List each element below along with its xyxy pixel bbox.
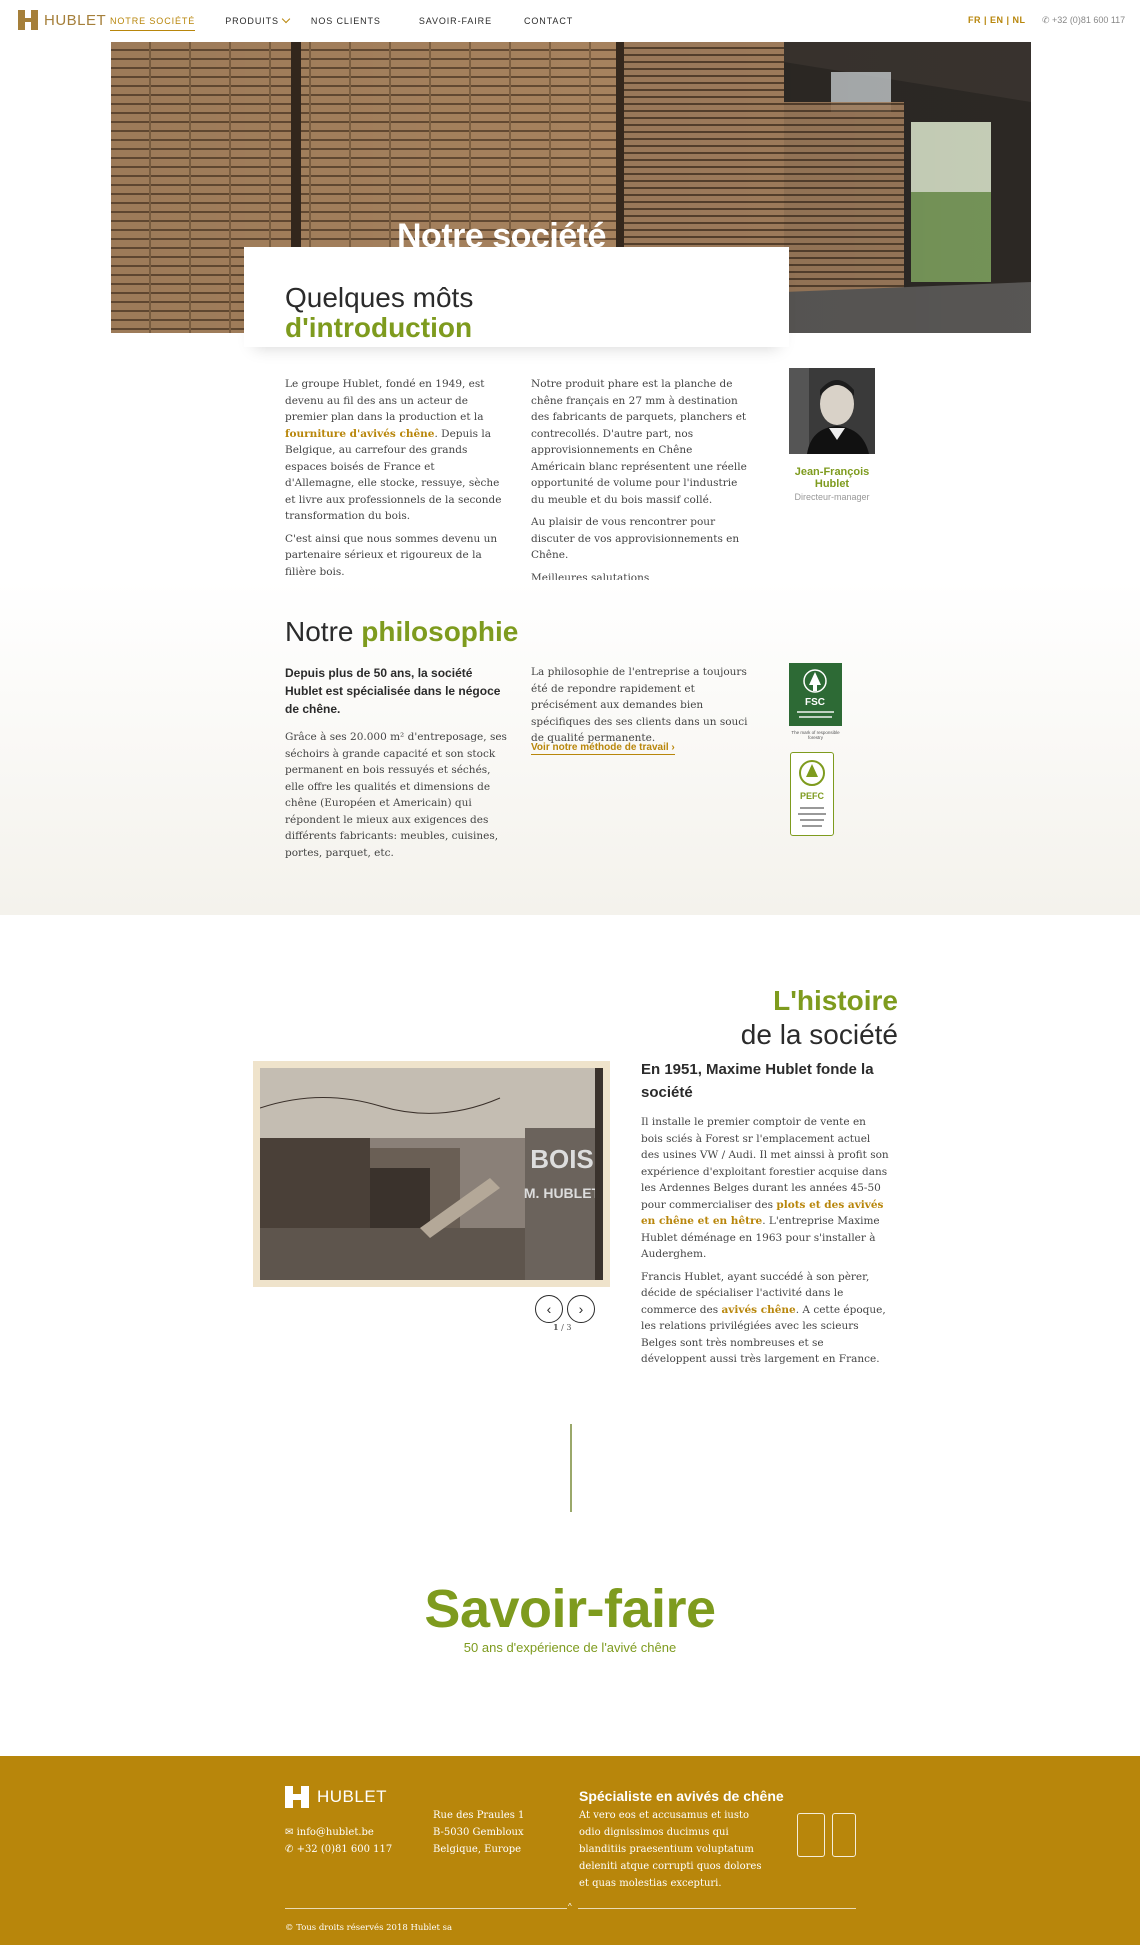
history-paragraph-2: Francis Hublet, ayant succédé à son père… [641,1269,891,1368]
nav-item-produits[interactable]: PRODUITS [225,12,291,30]
pager-total: 3 [566,1323,572,1332]
footer-pefc-badge [832,1813,856,1857]
fsc-caption: The mark of responsible forestry [791,730,840,740]
portrait-image [789,368,875,454]
intro-column-2: Notre produit phare est la planche de ch… [531,376,749,592]
savoir-faire-subtitle: 50 ans d'expérience de l'avivé chêne [463,1640,677,1655]
chevron-right-icon: › [578,1301,584,1317]
philosophy-title-a: Notre [285,616,362,647]
footer-heading: Spécialiste en avivés de chêne [579,1788,784,1804]
language-switcher[interactable]: FR | EN | NL [968,15,1026,25]
philosophy-col2-text: La philosophie de l'entreprise a toujour… [531,666,748,744]
prev-slide-button[interactable]: ‹ [535,1295,563,1323]
intro-col1-paragraph-1: Le groupe Hublet, fondé en 1949, est dev… [285,376,507,525]
hublet-logo-icon [285,1786,309,1808]
intro-title-line2: d'introduction [285,312,473,343]
top-navigation: HUBLET NOTRE SOCIÉTÉ PRODUITS NOS CLIENT… [0,0,1140,42]
chevron-left-icon: ‹ [546,1301,552,1317]
savoir-faire-title: Savoir-faire [424,1579,716,1639]
fsc-logo: FSC [789,663,842,726]
intro-col1-paragraph-2: C'est ainsi que nous sommes devenu un pa… [285,532,498,578]
chevron-right-icon: › [671,742,675,753]
philosophy-column-1: Grâce à ses 20.000 m² d'entreposage, ses… [285,729,507,867]
footer-phone[interactable]: ✆ +32 (0)81 600 117 [285,1841,392,1858]
history-p1-text-a: Il installe le premier comptoir de vente… [641,1116,889,1211]
philosophy-lead: Depuis plus de 50 ans, la société Hublet… [285,666,501,716]
hublet-logo-icon [18,10,38,30]
methode-link-label: Voir notre méthode de travail [531,742,669,753]
nav-item-notre-societe[interactable]: NOTRE SOCIÉTÉ [110,12,196,31]
pefc-text: PEFC [800,791,825,801]
pefc-logo: PEFC [790,752,834,836]
footer-logo[interactable]: HUBLET [285,1786,387,1808]
philosophy-col1-text: Grâce à ses 20.000 m² d'entreposage, ses… [285,731,507,859]
footer-contact: ✉ info@hublet.be ✆ +32 (0)81 600 117 [285,1824,392,1858]
intro-column-1: Le groupe Hublet, fondé en 1949, est dev… [285,376,507,586]
history-lead: En 1951, Maxime Hublet fonde la société [641,1061,874,1101]
intro-col2-paragraph-2: Au plaisir de vous rencontrer pour discu… [531,516,740,561]
footer-phone-text: +32 (0)81 600 117 [296,1844,393,1855]
footer-address-line2: B-5030 Gembloux [433,1827,524,1838]
phone-icon: ✆ [285,1844,297,1855]
footer-logo-text: HUBLET [317,1787,388,1806]
footer-email-text: info@hublet.be [296,1827,374,1838]
footer-email[interactable]: ✉ info@hublet.be [285,1824,392,1841]
next-slide-button[interactable]: › [567,1295,595,1323]
intro-col1-text-a: Le groupe Hublet, fondé en 1949, est dev… [285,378,485,423]
philosophy-column-2: La philosophie de l'entreprise a toujour… [531,664,749,753]
back-to-top-icon[interactable]: ^ [568,1902,572,1911]
header-phone-number: +32 (0)81 600 117 [1052,15,1126,25]
footer-fsc-badge [797,1813,825,1857]
phone-icon: ✆ [1042,15,1053,25]
history-photo: BOIS M. HUBLET [253,1061,610,1287]
fsc-text: FSC [805,697,825,708]
footer-description: At vero eos et accusamus et iusto odio d… [579,1810,762,1889]
history-paragraph-1: Il installe le premier comptoir de vente… [641,1114,891,1263]
site-logo[interactable]: HUBLET [18,10,106,30]
footer-copyright: © Tous droits réservés 2018 Hublet sa [285,1923,453,1933]
history-text: Il installe le premier comptoir de vente… [641,1114,891,1374]
header-phone[interactable]: ✆ +32 (0)81 600 117 [1042,15,1125,26]
philosophy-title: Notre philosophie [285,616,518,648]
nav-item-nos-clients[interactable]: NOS CLIENTS [311,12,381,30]
footer: HUBLET ✉ info@hublet.be ✆ +32 (0)81 600 … [0,1756,1140,1945]
footer-divider-left [285,1908,567,1909]
footer-address-line3: Belgique, Europe [433,1844,522,1855]
footer-address-line1: Rue des Praules 1 [433,1810,525,1821]
history-title-line2: de la société [740,1019,898,1050]
intro-col2-paragraph-1: Notre produit phare est la planche de ch… [531,378,747,506]
photo-sign-hublet: M. HUBLET [524,1185,601,1201]
pager-current: 1 [553,1322,559,1332]
director-role: Directeur-manager [794,492,870,502]
history-title-line1: L'histoire [773,985,898,1016]
director-portrait [789,368,875,454]
mail-icon: ✉ [285,1827,297,1838]
nav-item-contact[interactable]: CONTACT [524,12,573,30]
director-name: Jean-François Hublet [794,466,870,490]
philosophy-title-b: philosophie [361,616,519,647]
photo-sign-bois: BOIS [530,1144,594,1174]
footer-address: Rue des Praules 1 B-5030 Gembloux Belgiq… [433,1807,524,1858]
section-divider-line [570,1424,572,1512]
nav-item-produits-label: PRODUITS [225,16,279,26]
link-fourniture-avives-chene[interactable]: fourniture d'avivés chêne [285,428,434,440]
nav-item-savoir-faire[interactable]: SAVOIR-FAIRE [419,12,492,30]
footer-divider-right [578,1908,856,1909]
slide-pager: 1 / 3 [553,1322,572,1332]
intro-title-line1: Quelques môts [285,282,474,313]
methode-de-travail-link[interactable]: Voir notre méthode de travail › [531,742,675,755]
intro-col1-text-b: . Depuis la Belgique, au carrefour des g… [285,427,502,523]
link-avives-chene[interactable]: avivés chêne [721,1304,795,1316]
historic-lumberyard-photo: BOIS M. HUBLET [260,1068,603,1280]
pefc-tree-icon: PEFC [798,760,826,827]
logo-text: HUBLET [44,11,107,29]
chevron-down-icon [281,14,291,24]
fsc-tree-icon: FSC [797,669,834,718]
